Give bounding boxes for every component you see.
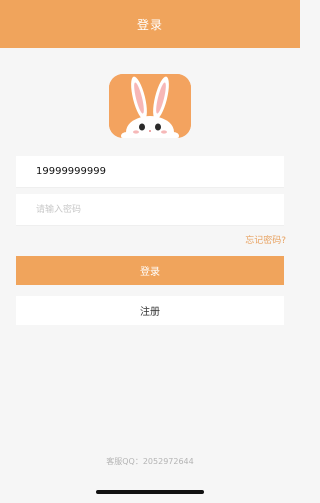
phone-input[interactable] (36, 166, 284, 177)
password-input[interactable] (36, 204, 284, 215)
home-indicator[interactable] (96, 490, 204, 494)
forgot-password-link[interactable]: 忘记密码? (245, 233, 286, 246)
password-field[interactable] (16, 194, 284, 226)
bunny-logo-icon (109, 74, 191, 138)
register-button[interactable]: 注册 (16, 296, 284, 325)
login-button[interactable]: 登录 (16, 256, 284, 285)
phone-field[interactable] (16, 156, 284, 188)
top-bar: 登录 (0, 0, 300, 48)
support-qq-text: 客服QQ：2052972644 (106, 457, 194, 466)
page-title: 登录 (136, 17, 163, 32)
